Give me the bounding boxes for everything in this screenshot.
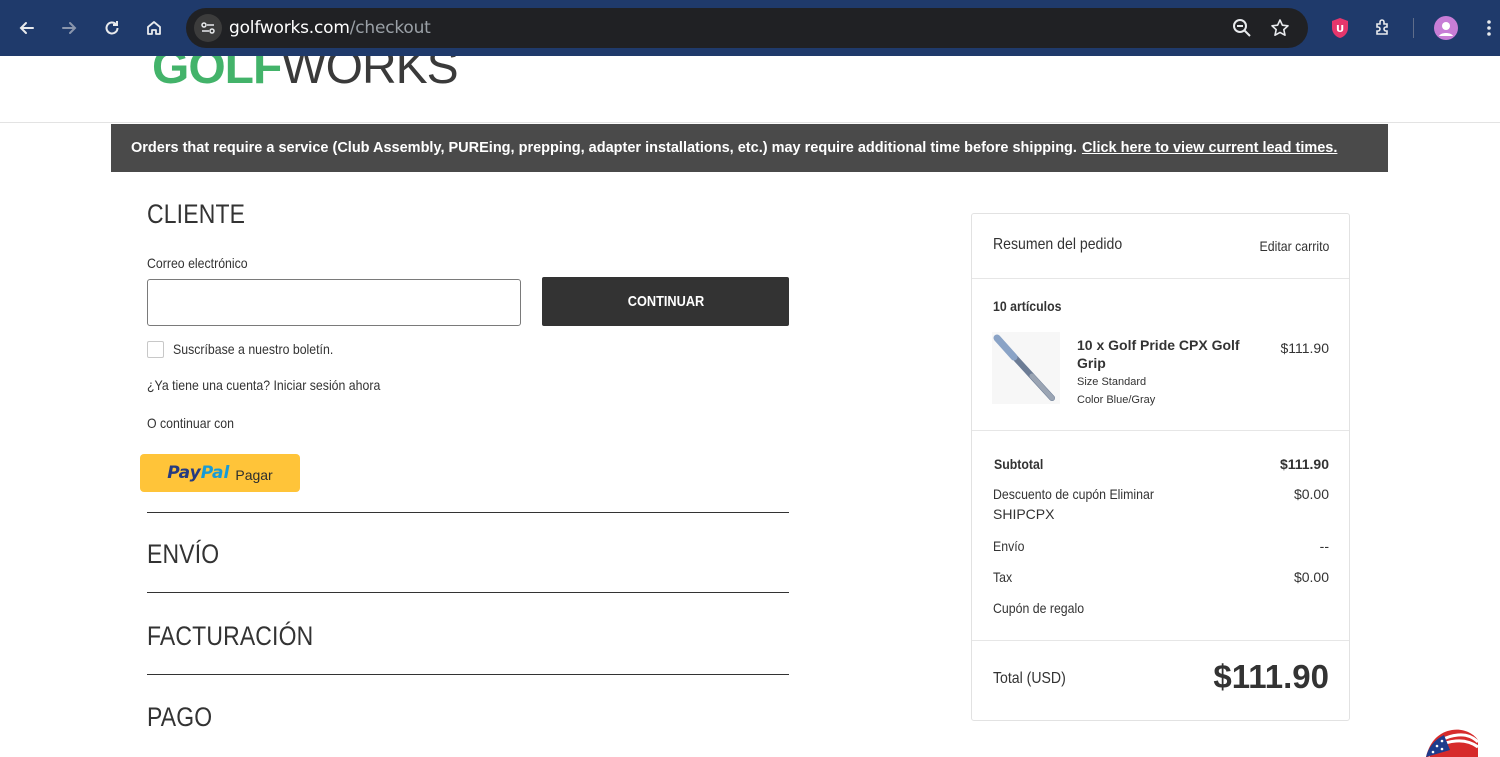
lead-time-banner: Orders that require a service (Club Asse… [111,124,1388,172]
browser-toolbar: golfworks.com/checkout U [0,0,1500,56]
lead-times-link[interactable]: Click here to view current lead times. [1082,140,1337,156]
product-thumbnail [992,332,1060,404]
forward-arrow-icon[interactable] [55,14,83,42]
extensions-puzzle-icon[interactable] [1371,16,1395,40]
paypal-pay-label: Pagar [235,466,273,483]
summary-divider [972,640,1349,641]
menu-kebab-icon[interactable] [1477,16,1500,40]
items-count: 10 artículos [993,298,1062,314]
url-path: /checkout [349,18,431,38]
coupon-label[interactable]: Descuento de cupón Eliminar [993,486,1176,502]
summary-divider [972,430,1349,431]
golfworks-logo[interactable]: GOLFWORKS [152,56,459,95]
logo-golf: GOLF [152,56,282,94]
product-price: $111.90 [1280,340,1329,356]
reload-icon[interactable] [98,14,126,42]
profile-avatar-icon[interactable] [1434,16,1458,40]
url-text: golfworks.com/checkout [229,18,431,38]
total-label: Total (USD) [993,670,1066,687]
section-divider [147,512,789,513]
zoom-icon[interactable] [1232,18,1252,38]
payment-section-title: PAGO [147,702,213,732]
paypal-button[interactable]: Pay Pal Pagar [140,454,300,492]
email-input[interactable] [147,279,521,326]
section-divider [147,674,789,675]
back-arrow-icon[interactable] [13,14,41,42]
summary-title: Resumen del pedido [993,236,1123,253]
customer-section-title: CLIENTE [147,199,246,229]
paypal-logo-pay: Pay [167,463,201,483]
bookmark-star-icon[interactable] [1270,18,1290,38]
email-label: Correo electrónico [147,255,248,271]
product-color: Color Blue/Gray [1077,394,1156,406]
coupon-value: $0.00 [1293,486,1329,502]
home-icon[interactable] [140,14,168,42]
url-domain: golfworks.com [229,18,350,38]
tax-label: Tax [993,569,1013,585]
banner-text: Orders that require a service (Club Asse… [131,140,1077,156]
newsletter-checkbox[interactable] [147,341,164,358]
shipping-value: -- [1319,538,1329,554]
sign-in-link[interactable]: ¿Ya tiene una cuenta? Iniciar sesión aho… [147,377,412,393]
paypal-logo-pal: Pal [200,463,230,483]
site-info-icon[interactable] [194,14,222,42]
shipping-section-title: ENVÍO [147,539,220,569]
coupon-code: SHIPCPX [993,506,1055,522]
country-flag-icon[interactable] [1424,726,1478,757]
logo-works: WORKS [281,56,458,94]
or-continue-text: O continuar con [147,415,234,431]
site-header: GOLFWORKS [0,56,1500,123]
svg-text:U: U [1336,24,1344,35]
edit-cart-link[interactable]: Editar carrito [1250,238,1329,254]
total-value: $111.90 [1213,658,1329,695]
shipping-label: Envío [993,538,1025,554]
shield-extension-icon[interactable]: U [1328,16,1352,40]
continue-button[interactable]: CONTINUAR [542,277,789,326]
address-bar[interactable]: golfworks.com/checkout [186,8,1308,48]
toolbar-separator [1413,18,1414,38]
section-divider [147,592,789,593]
subtotal-label: Subtotal [994,456,1044,472]
billing-section-title: FACTURACIÓN [147,621,314,651]
gift-coupon-link[interactable]: Cupón de regalo [993,600,1097,616]
summary-divider [972,278,1349,279]
newsletter-label: Suscríbase a nuestro boletín. [173,341,334,357]
product-size: Size Standard [1077,376,1147,388]
subtotal-value: $111.90 [1279,456,1329,472]
product-name[interactable]: 10 x Golf Pride CPX Golf Grip [1077,336,1247,372]
order-summary: Resumen del pedido Editar carrito 10 art… [971,213,1350,721]
tax-value: $0.00 [1293,569,1329,585]
